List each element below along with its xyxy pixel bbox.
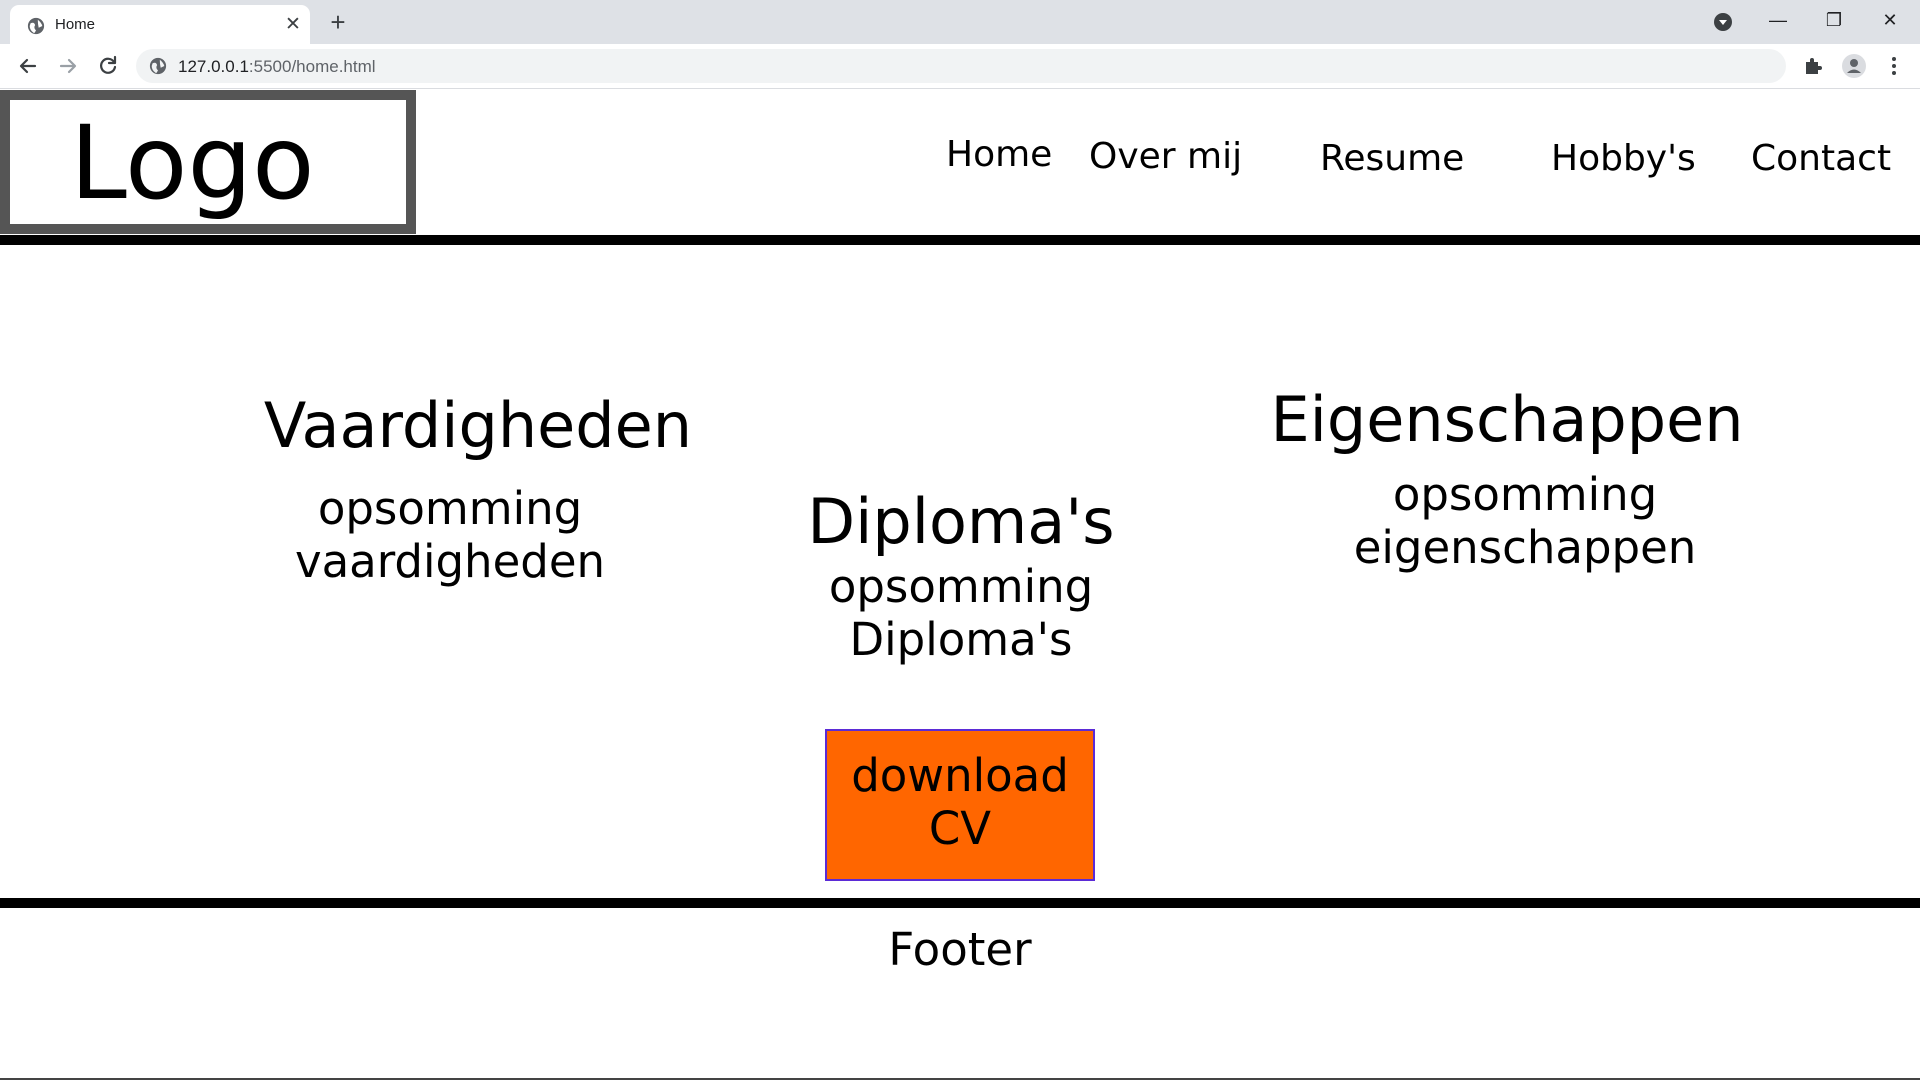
window-minimize-button[interactable]: —: [1750, 0, 1806, 40]
tab-close-icon[interactable]: ✕: [282, 14, 304, 36]
tab-title: Home: [55, 16, 96, 33]
address-bar[interactable]: 127.0.0.1:5500/home.html: [136, 49, 1786, 83]
section-diplomas: Diploma's: [711, 484, 1211, 560]
header-divider: [0, 235, 1920, 245]
section-title-vaardigheden: Vaardigheden: [263, 389, 693, 462]
download-cv-line-2: CV: [928, 802, 992, 855]
footer-text: Footer: [888, 923, 1032, 976]
footer-divider: [0, 898, 1920, 908]
url-host: 127.0.0.1: [178, 57, 249, 76]
eigenschappen-line-2: eigenschappen: [1353, 521, 1697, 574]
section-vaardigheden-body: opsomming vaardigheden: [200, 482, 700, 588]
vaardigheden-line-1: opsomming: [317, 482, 583, 535]
section-eigenschappen: Eigenschappen: [1257, 382, 1757, 458]
nav-link-over-mij[interactable]: Over mij: [1089, 136, 1242, 177]
nav-link-home[interactable]: Home: [946, 134, 1052, 175]
window-close-button[interactable]: ✕: [1862, 0, 1918, 40]
tab-search-icon[interactable]: [1713, 12, 1733, 32]
download-cv-button[interactable]: download CV: [825, 729, 1095, 881]
eigenschappen-line-1: opsomming: [1392, 468, 1658, 521]
browser-tabstrip: Home ✕ + — ❐ ✕: [0, 0, 1920, 44]
web-page: Logo Home Over mij Resume Hobby's Contac…: [0, 90, 1920, 1080]
site-info-globe-icon[interactable]: [149, 57, 167, 75]
nav-link-hobbys[interactable]: Hobby's: [1551, 138, 1696, 179]
back-arrow-icon[interactable]: [15, 53, 41, 79]
kebab-menu-icon[interactable]: [1881, 53, 1907, 79]
nav-link-resume[interactable]: Resume: [1320, 138, 1464, 179]
diplomas-line-1: opsomming: [828, 560, 1094, 613]
browser-tab-home[interactable]: Home ✕: [10, 5, 310, 44]
logo-text: Logo: [70, 104, 315, 223]
globe-icon: [27, 17, 45, 35]
vaardigheden-line-2: vaardigheden: [294, 535, 606, 588]
reload-icon[interactable]: [95, 53, 121, 79]
download-cv-line-1: download: [851, 749, 1069, 802]
section-diplomas-body: opsomming Diploma's: [711, 560, 1211, 666]
extensions-puzzle-icon[interactable]: [1800, 53, 1826, 79]
logo-box[interactable]: Logo: [0, 90, 416, 234]
section-title-diplomas: Diploma's: [807, 485, 1115, 558]
section-eigenschappen-body: opsomming eigenschappen: [1275, 468, 1775, 574]
section-vaardigheden: Vaardigheden: [228, 388, 728, 464]
browser-toolbar: 127.0.0.1:5500/home.html: [0, 44, 1920, 89]
nav-link-contact[interactable]: Contact: [1751, 138, 1891, 179]
forward-arrow-icon[interactable]: [55, 53, 81, 79]
new-tab-button[interactable]: +: [323, 8, 353, 38]
window-restore-button[interactable]: ❐: [1806, 0, 1862, 40]
section-title-eigenschappen: Eigenschappen: [1270, 383, 1744, 456]
profile-avatar-icon[interactable]: [1841, 53, 1867, 79]
url-text: 127.0.0.1:5500/home.html: [178, 57, 376, 77]
url-path: :5500/home.html: [248, 57, 376, 76]
diplomas-line-2: Diploma's: [849, 613, 1073, 666]
